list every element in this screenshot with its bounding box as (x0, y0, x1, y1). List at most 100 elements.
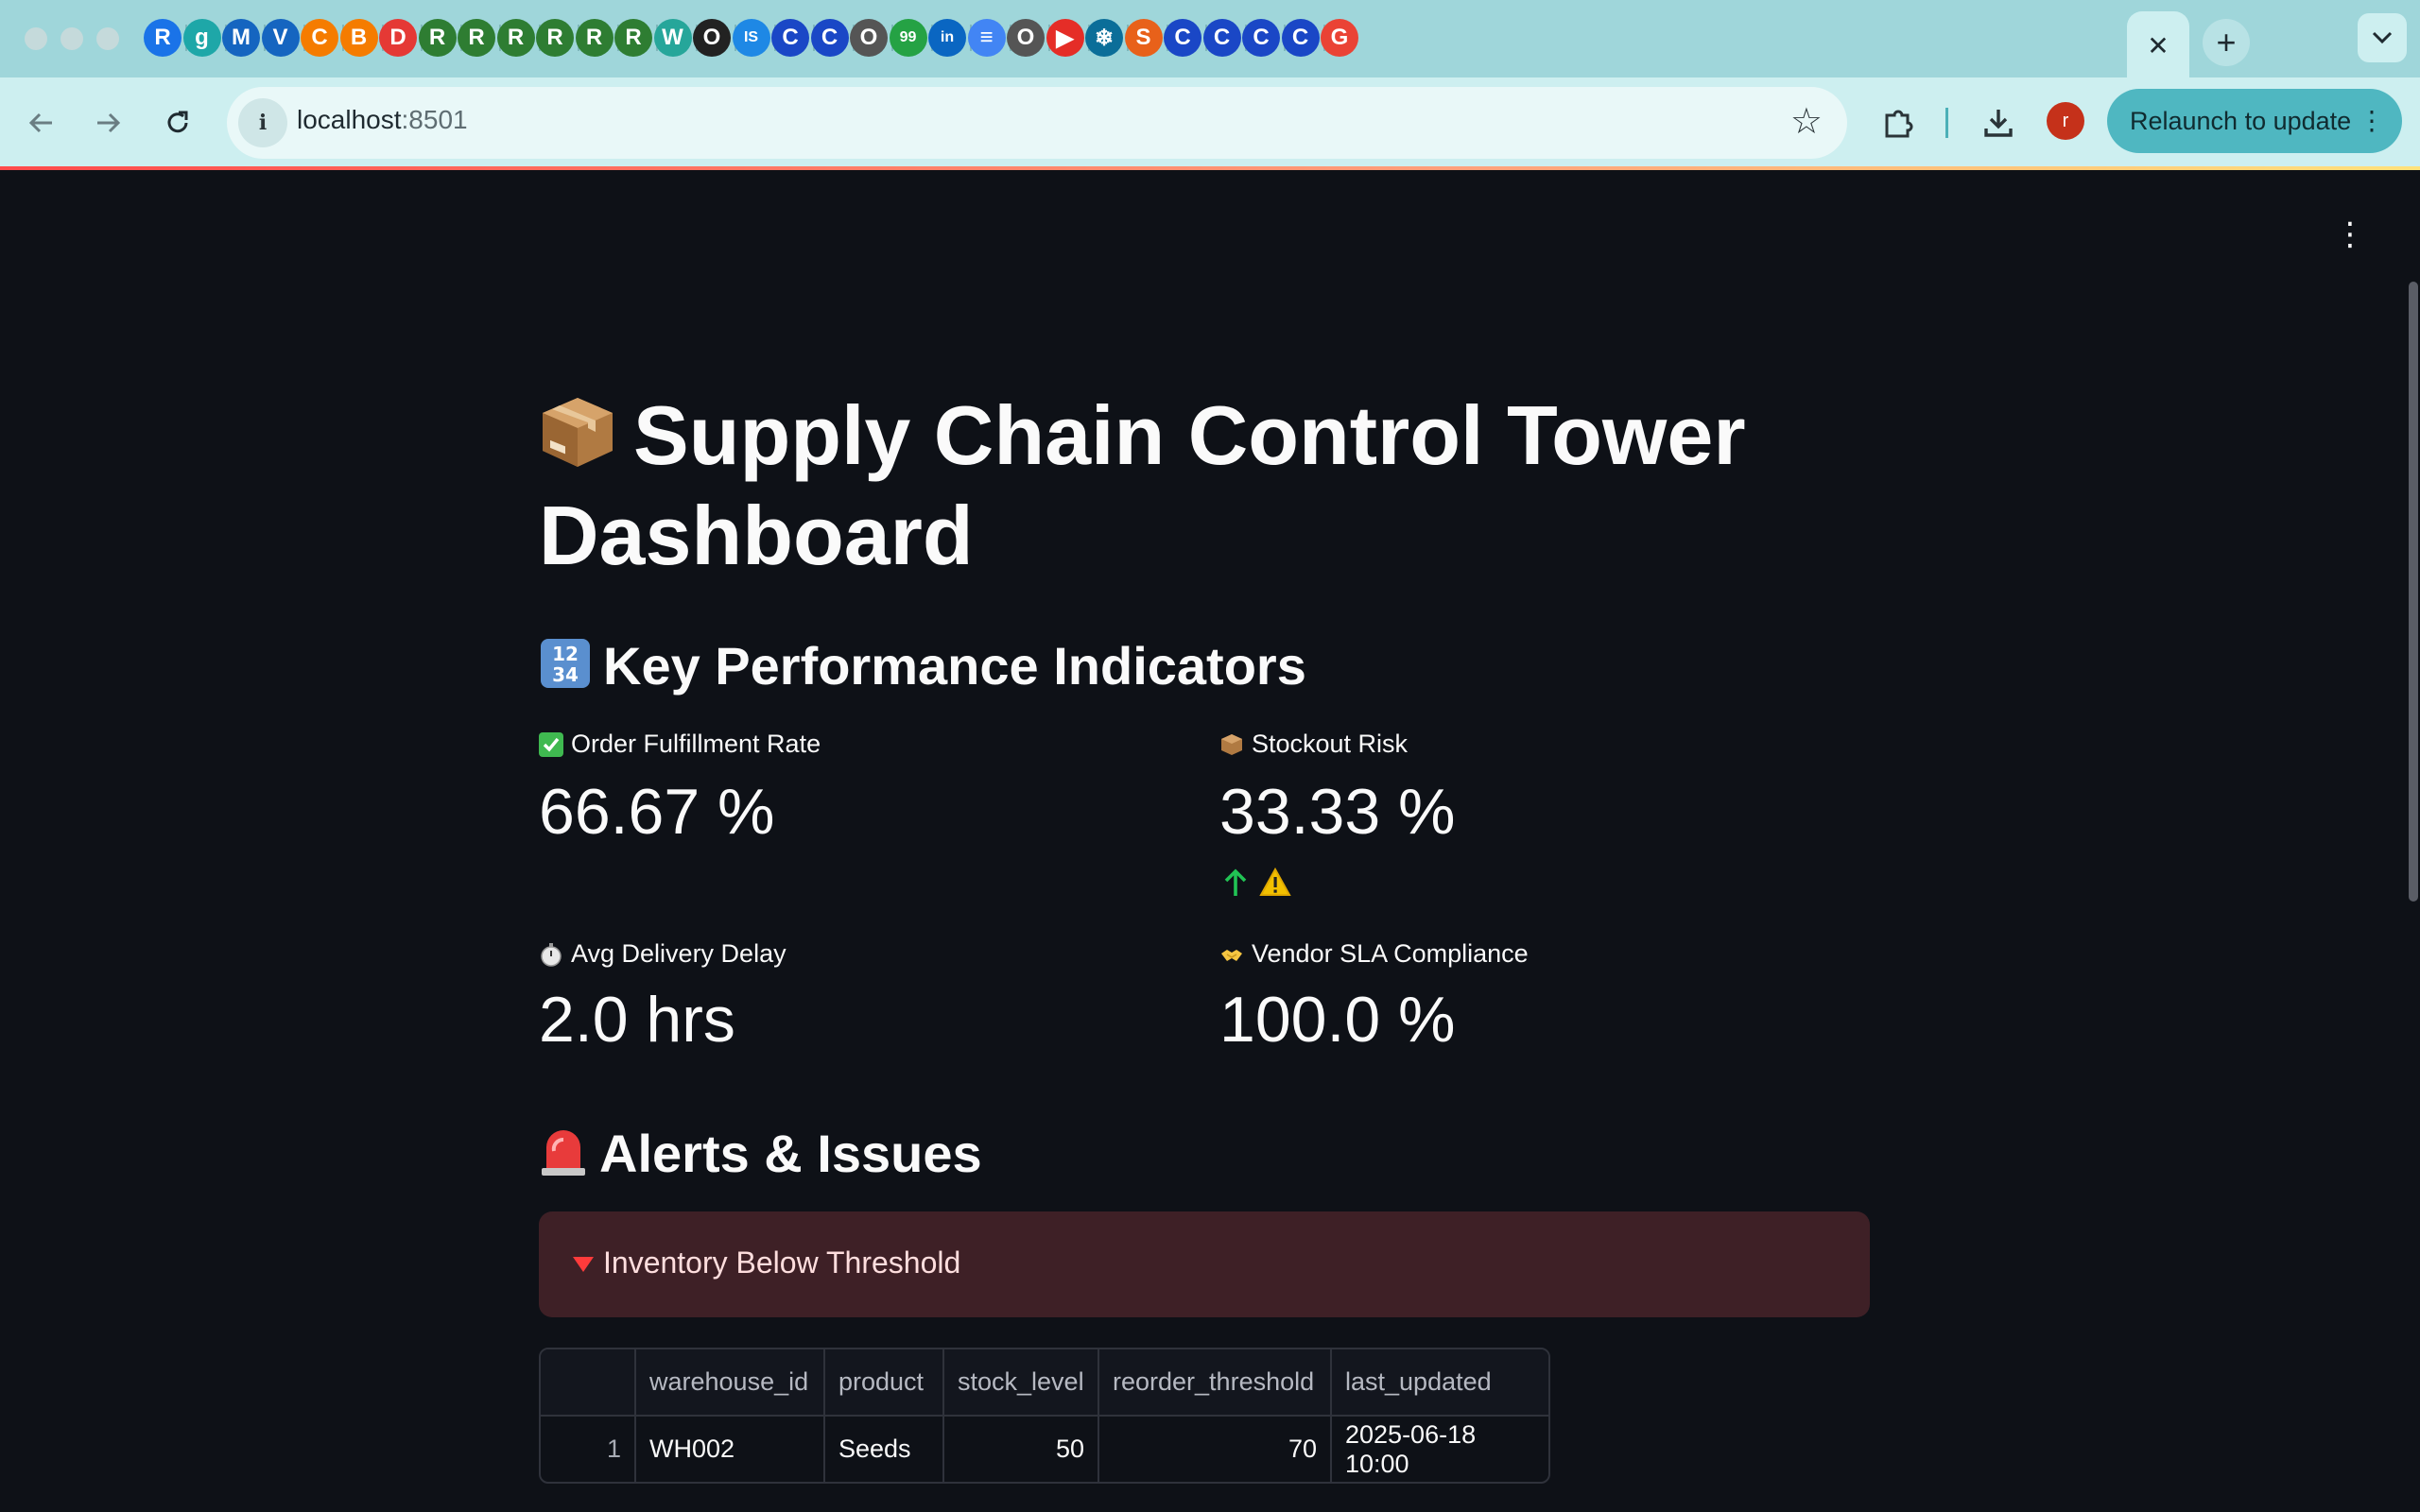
tab-favicon-icon[interactable]: in (928, 19, 966, 57)
metric-value: 66.67 % (539, 776, 775, 848)
tab-favicon-icon[interactable]: g (182, 19, 221, 57)
tab-favicon-icon[interactable]: R (614, 19, 652, 57)
stopwatch-icon (541, 942, 562, 967)
main-menu-icon[interactable]: ⋮ (2331, 215, 2369, 253)
inventory-dataframe[interactable]: warehouse_id product stock_level reorder… (539, 1348, 1550, 1484)
tab-favicon-icon[interactable]: O (693, 19, 731, 57)
column-header[interactable]: warehouse_id (635, 1349, 825, 1417)
tab-favicon-icon[interactable]: ▶ (1046, 19, 1084, 57)
metric-label: Vendor SLA Compliance (1219, 939, 1529, 969)
tab-favicon-icon[interactable]: C (771, 19, 809, 57)
tab-favicon-icon[interactable]: V (261, 19, 300, 57)
tab-favicon-icon[interactable]: 99 (889, 19, 927, 57)
input-numbers-icon: 12 34 (541, 639, 590, 688)
page-title: Supply Chain Control Tower Dashboard (539, 386, 1768, 586)
column-header[interactable]: stock_level (943, 1349, 1099, 1417)
url-host: localhost (297, 105, 402, 134)
table-row[interactable]: 1 WH002 Seeds 50 70 2025-06-18 10:00 (541, 1416, 1548, 1482)
tab-favicon-icon[interactable]: M (222, 19, 260, 57)
back-button[interactable] (17, 98, 66, 147)
package-icon (1221, 733, 1242, 755)
table-cell[interactable]: 2025-06-18 10:00 (1331, 1416, 1548, 1482)
window-zoom-button[interactable] (96, 27, 119, 50)
reload-button[interactable] (153, 98, 202, 147)
row-index: 1 (541, 1416, 636, 1482)
table-cell[interactable]: WH002 (635, 1416, 825, 1482)
check-mark-icon (539, 731, 563, 757)
address-bar[interactable]: i localhost:8501 ☆ (227, 87, 1847, 159)
tab-favicon-icon[interactable]: R (496, 19, 535, 57)
svg-text:12: 12 (552, 643, 579, 665)
metric-label-text: Vendor SLA Compliance (1252, 939, 1529, 968)
profile-avatar[interactable]: r (2047, 102, 2084, 140)
tab-favicon-icon[interactable]: C (1164, 19, 1201, 57)
metric-label: Order Fulfillment Rate (539, 730, 821, 759)
tab-favicon-icon[interactable]: D (379, 19, 417, 57)
tab-favicon-icon[interactable]: S (1124, 19, 1163, 57)
column-header[interactable]: last_updated (1331, 1349, 1548, 1417)
forward-button[interactable] (83, 98, 132, 147)
tab-favicon-icon[interactable]: C (1202, 19, 1241, 57)
tab-favicon-icon[interactable]: O (1007, 19, 1045, 57)
tab-favicon-icon[interactable]: ❄ (1085, 19, 1123, 57)
arrow-left-icon (28, 112, 52, 133)
table-header-row: warehouse_id product stock_level reorder… (541, 1349, 1548, 1417)
downloads-button[interactable] (1976, 100, 2021, 146)
column-header[interactable]: reorder_threshold (1098, 1349, 1332, 1417)
metric-label-text: Avg Delivery Delay (571, 939, 786, 968)
tab-favicon-icon[interactable]: IS (732, 19, 770, 57)
extensions-button[interactable] (1876, 100, 1921, 146)
metric-label: Avg Delivery Delay (539, 939, 786, 969)
browser-tabstrip: Rg M V C B D R R R R R R W O IS C C O 99 in ≡ O ▶ ❄ S C C C C G ✕ + (0, 0, 2420, 79)
more-vert-icon[interactable]: ⋮ (2359, 102, 2385, 140)
tab-favicon-icon[interactable]: R (536, 19, 574, 57)
tab-favicon-icon[interactable]: O (850, 19, 888, 57)
column-header[interactable]: product (824, 1349, 944, 1417)
tab-favicon-icon[interactable]: ≡ (967, 19, 1006, 57)
tab-favicon-icon[interactable]: C (1242, 19, 1280, 57)
tab-favicon-icon[interactable]: R (144, 19, 182, 57)
table-cell[interactable]: 70 (1098, 1416, 1332, 1482)
toolbar-divider (1945, 108, 1948, 138)
app-view: ⋮ Supply Chain Control Tower Dashboard 1… (0, 170, 2420, 1512)
window-close-button[interactable] (25, 27, 47, 50)
site-info-icon[interactable]: i (238, 98, 287, 147)
url-text[interactable]: localhost:8501 (297, 105, 468, 135)
new-tab-button[interactable]: + (2203, 19, 2250, 66)
svg-text:34: 34 (552, 663, 579, 686)
tab-close-icon[interactable]: ✕ (2147, 30, 2169, 61)
table-cell[interactable]: 50 (943, 1416, 1099, 1482)
scrollbar[interactable] (2409, 282, 2418, 902)
tab-search-button[interactable] (2358, 13, 2407, 62)
bookmark-star-icon[interactable]: ☆ (1790, 100, 1823, 142)
handshake-icon (1221, 949, 1242, 961)
metric-delta (1221, 868, 1291, 898)
kpi-heading-text: Key Performance Indicators (603, 636, 1306, 696)
tab-favicon-icon[interactable]: G (1321, 19, 1358, 57)
table-cell[interactable]: Seeds (824, 1416, 944, 1482)
chevron-down-icon (2372, 31, 2393, 44)
page-title-text: Supply Chain Control Tower Dashboard (539, 388, 1746, 582)
tab-favicon-icon[interactable]: R (418, 19, 457, 57)
alerts-heading-text: Alerts & Issues (599, 1124, 982, 1183)
tab-favicon-icon[interactable]: C (301, 19, 338, 57)
metric-label-text: Stockout Risk (1252, 730, 1409, 758)
active-tab[interactable]: ✕ (2127, 11, 2189, 79)
alert-expander[interactable]: Inventory Below Threshold (539, 1211, 1870, 1317)
tab-favicon-icon[interactable]: W (653, 19, 692, 57)
metric-label-text: Order Fulfillment Rate (571, 730, 821, 758)
alert-expander-label: Inventory Below Threshold (603, 1246, 961, 1280)
column-header-index (541, 1349, 636, 1417)
tab-favicon-icon[interactable]: R (458, 19, 495, 57)
metric-value: 2.0 hrs (539, 984, 735, 1056)
tab-favicon-icon[interactable]: C (1281, 19, 1320, 57)
metric-label: Stockout Risk (1219, 730, 1408, 759)
tab-favicon-icon[interactable]: C (810, 19, 849, 57)
relaunch-label: Relaunch to update (2130, 106, 2352, 135)
tab-favicon-icon[interactable]: B (339, 19, 378, 57)
window-minimize-button[interactable] (60, 27, 83, 50)
relaunch-button[interactable]: Relaunch to update ⋮ (2107, 89, 2402, 153)
tab-favicon-icon[interactable]: R (575, 19, 614, 57)
warning-icon (1259, 868, 1291, 896)
download-icon (1984, 110, 2013, 137)
